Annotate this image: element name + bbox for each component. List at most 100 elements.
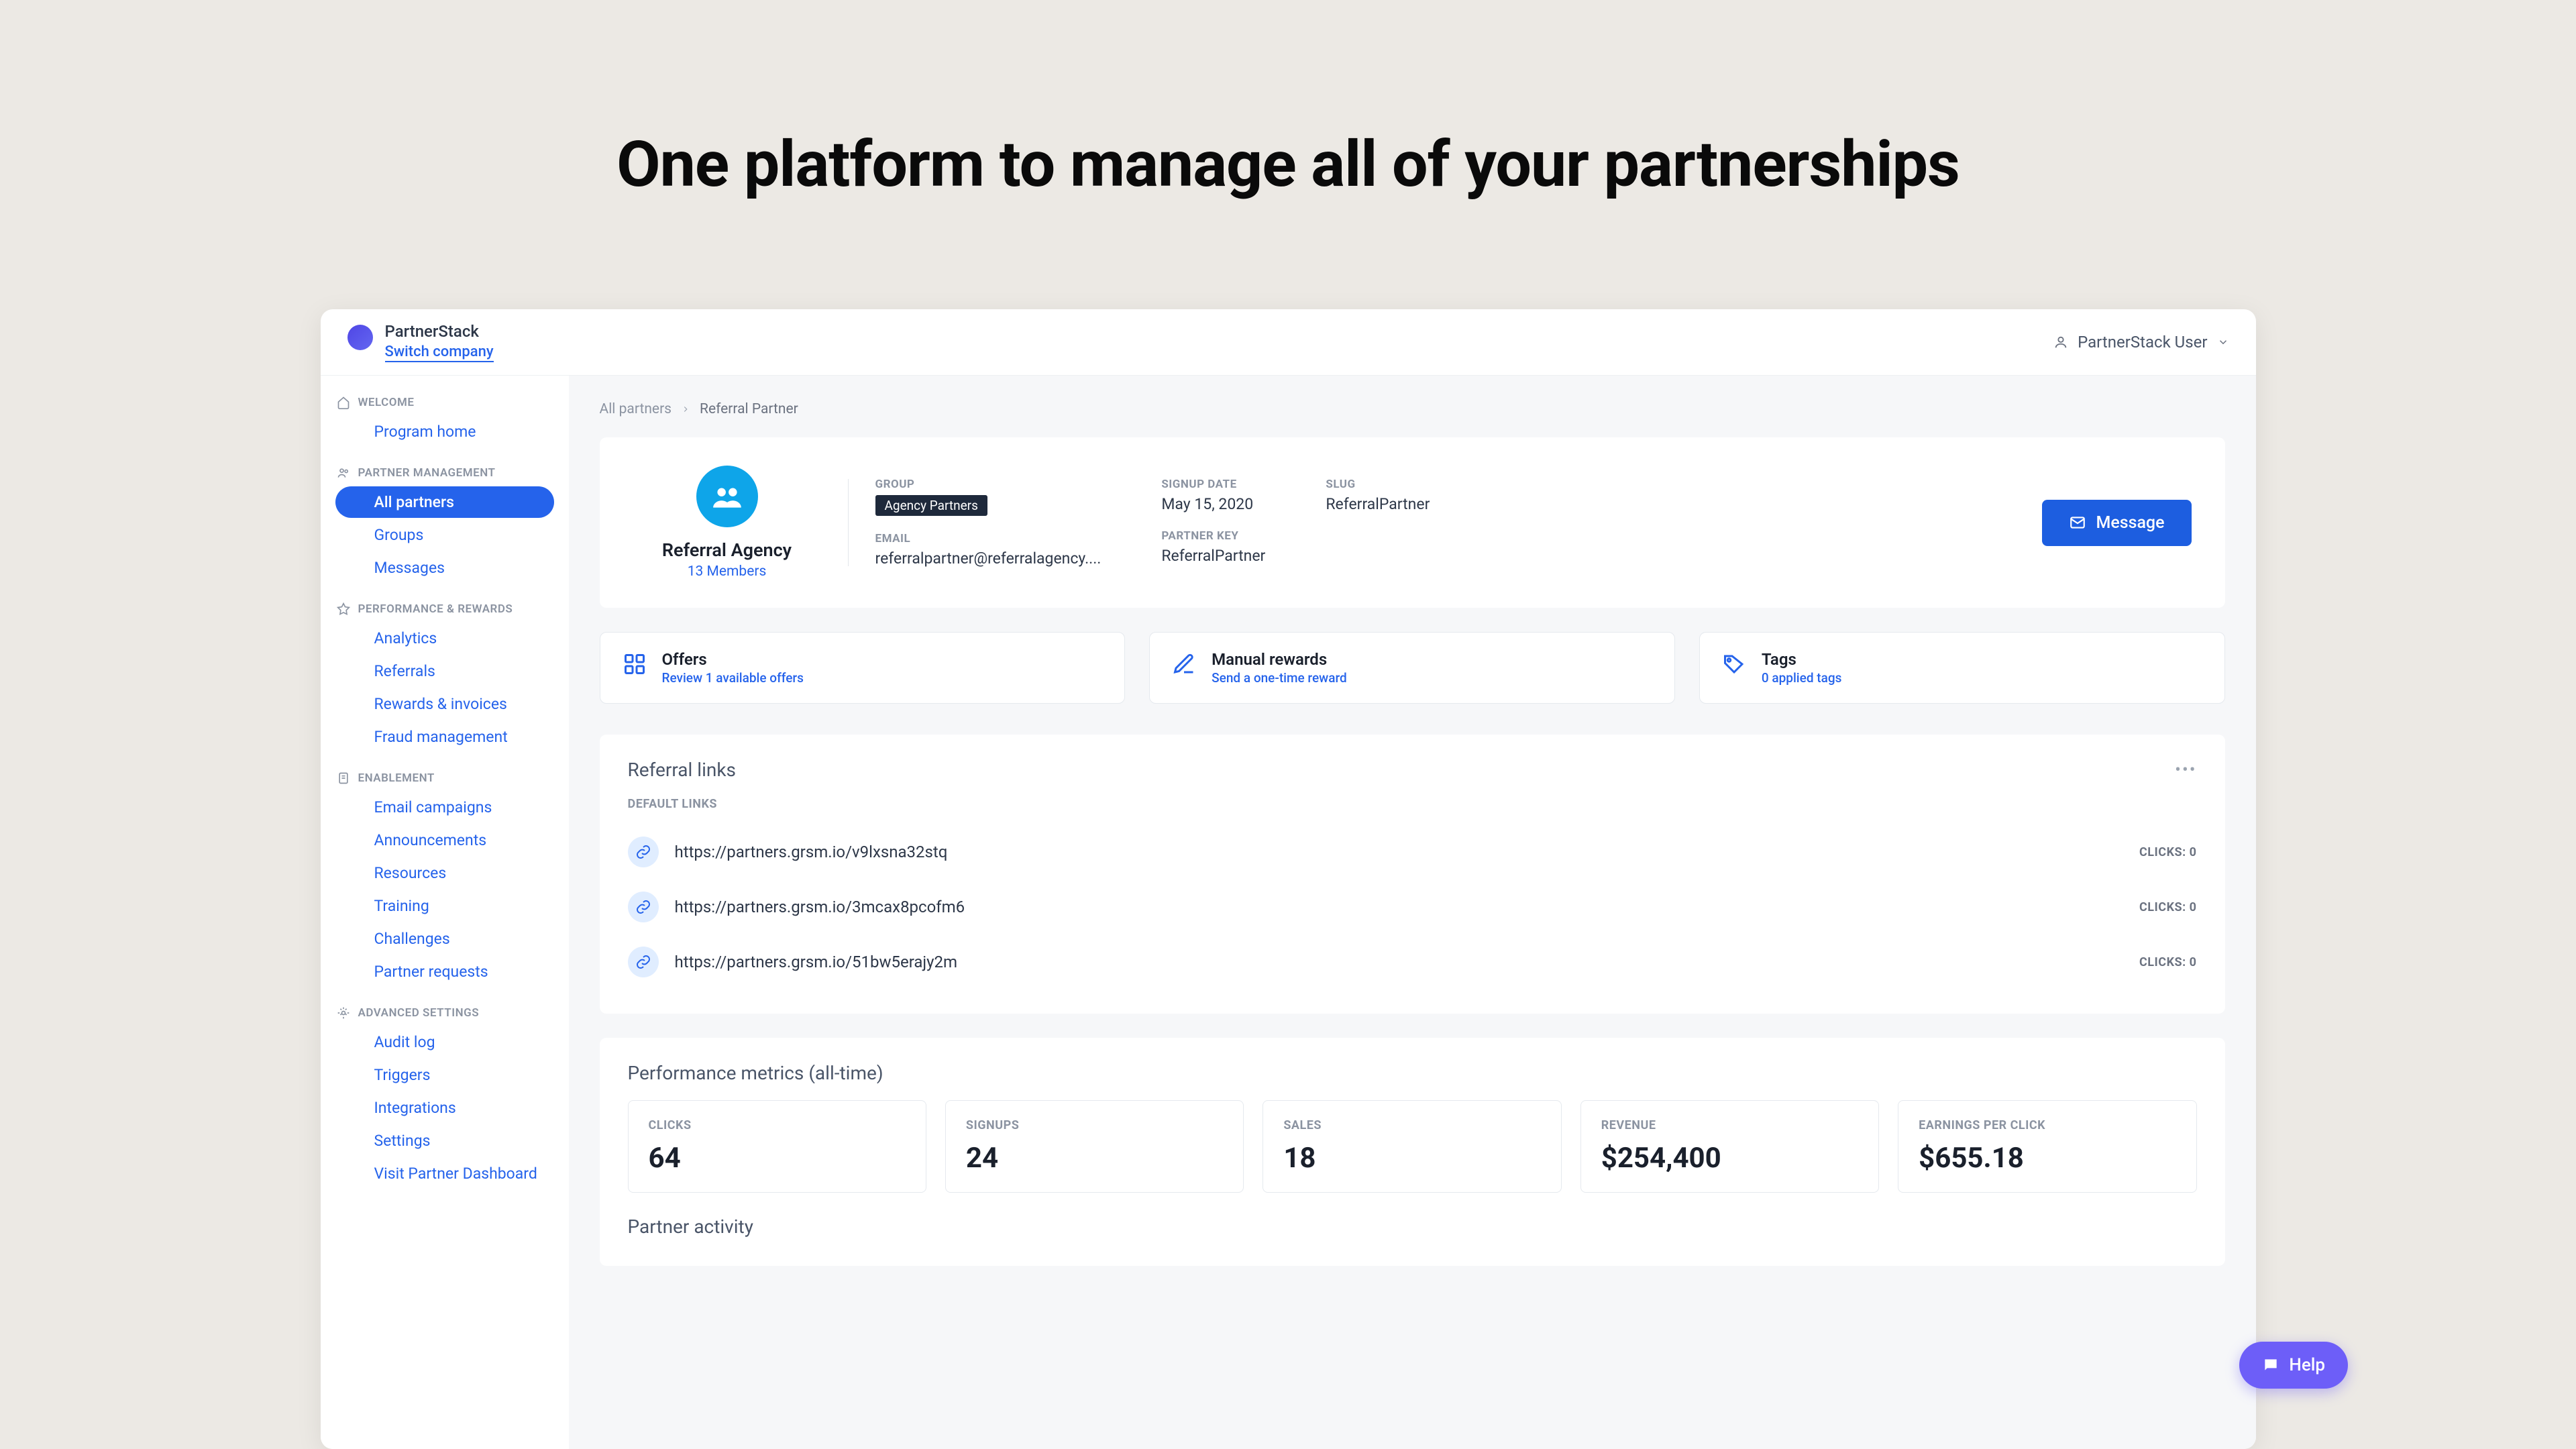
sidebar-header-welcome: WELCOME bbox=[321, 396, 569, 409]
sidebar-item-referrals[interactable]: Referrals bbox=[335, 655, 554, 687]
group-icon bbox=[710, 480, 744, 513]
performance-metrics-title: Performance metrics (all-time) bbox=[628, 1062, 883, 1084]
partner-key-label: PARTNER KEY bbox=[1161, 529, 1265, 543]
app-window: PartnerStack Switch company PartnerStack… bbox=[321, 309, 2256, 1449]
link-clicks: CLICKS: 0 bbox=[2139, 845, 2196, 859]
sidebar-header-advanced: ADVANCED SETTINGS bbox=[321, 1006, 569, 1020]
help-button[interactable]: Help bbox=[2239, 1342, 2348, 1389]
manual-rewards-subtitle: Send a one-time reward bbox=[1212, 670, 1347, 686]
sidebar-item-messages[interactable]: Messages bbox=[335, 552, 554, 584]
tags-card[interactable]: Tags 0 applied tags bbox=[1699, 632, 2225, 704]
sidebar-header-performance: PERFORMANCE & REWARDS bbox=[321, 602, 569, 616]
main-content: All partners Referral Partner Referral A… bbox=[569, 376, 2256, 1449]
sidebar-item-audit-log[interactable]: Audit log bbox=[335, 1026, 554, 1058]
sidebar-item-training[interactable]: Training bbox=[335, 890, 554, 922]
link-icon bbox=[628, 892, 659, 922]
user-menu[interactable]: PartnerStack User bbox=[2053, 333, 2229, 352]
chat-icon bbox=[2262, 1356, 2279, 1374]
metric-card-clicks: CLICKS 64 bbox=[628, 1100, 926, 1193]
sidebar: WELCOME Program home PARTNER MANAGEMENT … bbox=[321, 376, 569, 1449]
gear-icon bbox=[337, 1006, 350, 1020]
slug-value: ReferralPartner bbox=[1326, 495, 1430, 513]
tag-icon bbox=[1720, 650, 1748, 678]
link-url[interactable]: https://partners.grsm.io/v9lxsna32stq bbox=[675, 843, 2124, 861]
manual-rewards-title: Manual rewards bbox=[1212, 650, 1347, 669]
partner-key-value: ReferralPartner bbox=[1161, 547, 1265, 565]
email-label: EMAIL bbox=[875, 532, 1102, 545]
user-name: PartnerStack User bbox=[2078, 333, 2207, 352]
logo-icon bbox=[347, 325, 373, 350]
breadcrumb: All partners Referral Partner bbox=[600, 401, 2225, 417]
sidebar-item-fraud-management[interactable]: Fraud management bbox=[335, 721, 554, 753]
metric-card-sales: SALES 18 bbox=[1263, 1100, 1561, 1193]
home-icon bbox=[337, 396, 350, 409]
divider bbox=[848, 479, 849, 566]
user-icon bbox=[2053, 335, 2068, 350]
metric-card-earnings-per-click: EARNINGS PER CLICK $655.18 bbox=[1898, 1100, 2196, 1193]
link-icon bbox=[628, 837, 659, 867]
sidebar-header-partner-management: PARTNER MANAGEMENT bbox=[321, 466, 569, 480]
group-label: GROUP bbox=[875, 478, 1102, 491]
sidebar-item-program-home[interactable]: Program home bbox=[335, 416, 554, 447]
email-value: referralpartner@referralagency.... bbox=[875, 549, 1102, 568]
partner-profile-card: Referral Agency 13 Members GROUP Agency … bbox=[600, 437, 2225, 608]
more-menu-icon[interactable]: ••• bbox=[2175, 760, 2196, 780]
sidebar-item-email-campaigns[interactable]: Email campaigns bbox=[335, 792, 554, 823]
breadcrumb-root[interactable]: All partners bbox=[600, 401, 672, 417]
sidebar-item-visit-partner-dashboard[interactable]: Visit Partner Dashboard bbox=[335, 1158, 554, 1189]
slug-label: SLUG bbox=[1326, 478, 1430, 491]
group-badge[interactable]: Agency Partners bbox=[875, 495, 987, 516]
offers-subtitle: Review 1 available offers bbox=[662, 670, 804, 686]
page-headline: One platform to manage all of your partn… bbox=[616, 127, 1960, 202]
star-icon bbox=[337, 602, 350, 616]
sidebar-item-all-partners[interactable]: All partners bbox=[335, 486, 554, 518]
breadcrumb-current: Referral Partner bbox=[700, 401, 798, 417]
sidebar-header-enablement: ENABLEMENT bbox=[321, 771, 569, 785]
message-button[interactable]: Message bbox=[2042, 500, 2191, 546]
referral-links-section: Referral links ••• DEFAULT LINKS https:/… bbox=[600, 735, 2225, 1014]
link-row: https://partners.grsm.io/51bw5erajy2m CL… bbox=[628, 934, 2197, 989]
sidebar-item-settings[interactable]: Settings bbox=[335, 1125, 554, 1157]
referral-links-title: Referral links bbox=[628, 759, 737, 781]
sidebar-item-analytics[interactable]: Analytics bbox=[335, 623, 554, 654]
logo-block: PartnerStack Switch company bbox=[347, 322, 494, 362]
metric-card-revenue: REVENUE $254,400 bbox=[1580, 1100, 1879, 1193]
sidebar-item-groups[interactable]: Groups bbox=[335, 519, 554, 551]
partner-avatar bbox=[696, 466, 758, 527]
sidebar-item-rewards-invoices[interactable]: Rewards & invoices bbox=[335, 688, 554, 720]
link-row: https://partners.grsm.io/v9lxsna32stq CL… bbox=[628, 824, 2197, 879]
link-url[interactable]: https://partners.grsm.io/51bw5erajy2m bbox=[675, 953, 2124, 971]
link-url[interactable]: https://partners.grsm.io/3mcax8pcofm6 bbox=[675, 898, 2124, 916]
tags-title: Tags bbox=[1762, 650, 1842, 669]
offers-title: Offers bbox=[662, 650, 804, 669]
link-row: https://partners.grsm.io/3mcax8pcofm6 CL… bbox=[628, 879, 2197, 934]
chevron-right-icon bbox=[681, 405, 690, 414]
link-clicks: CLICKS: 0 bbox=[2139, 900, 2196, 914]
sidebar-item-integrations[interactable]: Integrations bbox=[335, 1092, 554, 1124]
offers-card[interactable]: Offers Review 1 available offers bbox=[600, 632, 1126, 704]
sidebar-item-resources[interactable]: Resources bbox=[335, 857, 554, 889]
partner-name: Referral Agency bbox=[662, 539, 792, 561]
manual-rewards-card[interactable]: Manual rewards Send a one-time reward bbox=[1149, 632, 1675, 704]
chevron-down-icon bbox=[2217, 336, 2229, 348]
sidebar-item-challenges[interactable]: Challenges bbox=[335, 923, 554, 955]
grid-icon bbox=[621, 650, 649, 678]
edit-icon bbox=[1170, 650, 1198, 678]
sidebar-item-triggers[interactable]: Triggers bbox=[335, 1059, 554, 1091]
sidebar-item-announcements[interactable]: Announcements bbox=[335, 824, 554, 856]
partner-activity-title: Partner activity bbox=[628, 1216, 2197, 1238]
signup-date-value: May 15, 2020 bbox=[1161, 495, 1265, 513]
sidebar-item-partner-requests[interactable]: Partner requests bbox=[335, 956, 554, 987]
default-links-label: DEFAULT LINKS bbox=[628, 797, 2197, 811]
tags-subtitle: 0 applied tags bbox=[1762, 670, 1842, 686]
document-icon bbox=[337, 771, 350, 785]
partner-members-link[interactable]: 13 Members bbox=[688, 564, 767, 580]
company-name: PartnerStack bbox=[385, 322, 494, 341]
topbar: PartnerStack Switch company PartnerStack… bbox=[321, 309, 2256, 376]
performance-metrics-section: Performance metrics (all-time) CLICKS 64… bbox=[600, 1038, 2225, 1266]
users-icon bbox=[337, 466, 350, 480]
link-icon bbox=[628, 947, 659, 977]
switch-company-link[interactable]: Switch company bbox=[385, 343, 494, 362]
metric-card-signups: SIGNUPS 24 bbox=[945, 1100, 1244, 1193]
link-clicks: CLICKS: 0 bbox=[2139, 955, 2196, 969]
